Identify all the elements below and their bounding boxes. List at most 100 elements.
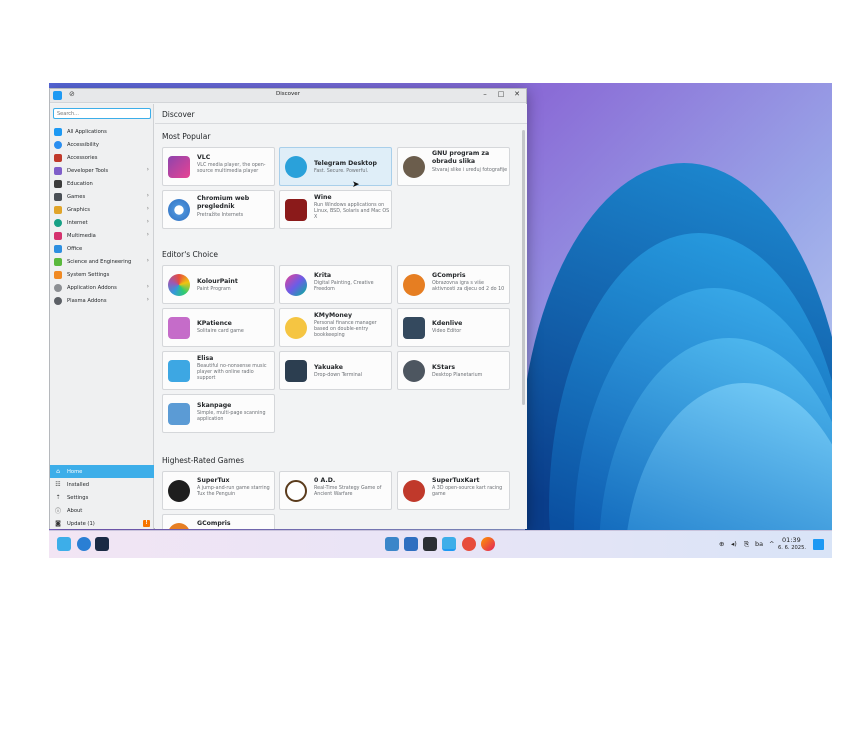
show-desktop-button[interactable] [813,539,824,550]
app-name: Wine [314,194,332,201]
close-button[interactable]: ✕ [512,90,522,98]
sidebar-item-all-applications[interactable]: All Applications [50,125,154,138]
app-card-supertuxkart[interactable]: SuperTuxKart A 3D open-source kart racin… [397,471,510,510]
chevron-right-icon: › [146,192,149,199]
app-card-gcompris[interactable]: GCompris Obrazovna igra s više aktivnost… [397,265,510,304]
info-icon: ⓘ [54,508,61,515]
nav-installed[interactable]: ☷ Installed [50,478,154,491]
scanner-icon [168,403,190,425]
file-manager-icon[interactable] [385,537,399,551]
sidebar-item-accessibility[interactable]: Accessibility [50,138,154,151]
nav-label: Settings [67,494,89,501]
sidebar-item-education[interactable]: Education [50,177,154,190]
app-card-krita[interactable]: Krita Digital Painting, Creative Freedom [279,265,392,304]
app-name: Chromium web preglednik [197,195,250,210]
nav-label: Update (1) [67,520,95,527]
app-description: A jump-and-run game starring Tux the Pen… [197,486,270,497]
sidebar-item-science[interactable]: Science and Engineering › [50,255,154,268]
tray-expand-icon[interactable]: ^ [769,540,774,548]
app-card-0ad[interactable]: 0 A.D. Real-Time Strategy Game of Ancien… [279,471,392,510]
sidebar-item-office[interactable]: Office [50,242,154,255]
maximize-button[interactable]: □ [496,90,506,98]
keyboard-layout[interactable]: ba [755,540,763,548]
sidebar-item-multimedia[interactable]: Multimedia › [50,229,154,242]
update-notifier-icon[interactable]: ⊕ [719,540,724,548]
mouse-cursor-icon: ➤ [352,180,360,190]
nav-home[interactable]: ⌂ Home [50,465,154,478]
gamepad-icon [54,192,62,201]
sidebar-item-internet[interactable]: Internet › [50,216,154,229]
multimedia-icon [54,231,62,240]
app-card-vlc[interactable]: VLC VLC media player, the open-source mu… [162,147,275,186]
app-name: Yakuake [314,364,343,371]
sidebar-item-games[interactable]: Games › [50,190,154,203]
update-badge: ! [143,520,150,527]
sidebar-item-plasma-addons[interactable]: Plasma Addons › [50,294,154,307]
app-card-kolourpaint[interactable]: KolourPaint Paint Program [162,265,275,304]
discover-active-icon[interactable] [442,537,456,551]
nav-update[interactable]: ◙ Update (1)! [50,517,154,530]
media-player-icon[interactable] [462,537,476,551]
sidebar-item-accessories[interactable]: Accessories [50,151,154,164]
sidebar-item-system-settings[interactable]: System Settings [50,268,154,281]
chevron-right-icon: › [146,257,149,264]
flask-icon [54,257,62,266]
tasks-icon[interactable] [404,537,418,551]
section-title-editors-choice: Editor's Choice [162,250,218,259]
terminal-icon [285,360,307,382]
app-launcher-icon[interactable] [57,537,71,551]
gcompris-icon [403,274,425,296]
sidebar-item-label: Accessories [67,154,98,161]
supertux-icon [168,480,190,502]
app-card-skanpage[interactable]: Skanpage Simple, multi-page scanning app… [162,394,275,433]
app-description: Pretražite Internets [197,213,244,218]
kpatience-icon [168,317,190,339]
scroll-area[interactable]: Most Popular VLC VLC media player, the o… [155,125,521,529]
clock-time[interactable]: 01:39 [782,536,801,544]
nav-settings[interactable]: ⇡ Settings [50,491,154,504]
app-name: Telegram Desktop [314,160,377,167]
app-card-gcompris-games[interactable]: GCompris [162,514,275,529]
discover-taskbar-icon[interactable] [95,537,109,551]
search-input[interactable] [53,108,151,119]
sidebar-item-label: Graphics [67,206,90,213]
settings-icon: ⇡ [55,494,61,501]
nav-label: Installed [67,481,90,488]
firefox-icon[interactable] [481,537,495,551]
app-name: Kdenlive [432,320,463,327]
sidebar-item-label: Office [67,245,83,252]
taskbar: ⊕ ◂) ⎘ ba ^ 01:39 6. 6. 2025. [49,530,832,558]
app-name: Skanpage [197,402,232,409]
clipboard-icon[interactable]: ⎘ [744,540,749,549]
app-card-gimp[interactable]: GNU program za obradu slika Stvaraj slik… [397,147,510,186]
app-card-kpatience[interactable]: KPatience Solitaire card game [162,308,275,347]
volume-icon[interactable]: ◂) [731,540,737,548]
sidebar-item-label: System Settings [67,271,110,278]
app-name: GNU program za obradu slika [432,150,490,165]
app-card-wine[interactable]: Wine Run Windows applications on Linux, … [279,190,392,229]
minimize-button[interactable]: – [480,90,490,98]
sidebar-item-developer-tools[interactable]: Developer Tools › [50,164,154,177]
app-card-kmymoney[interactable]: KMyMoney Personal finance manager based … [279,308,392,347]
sidebar: All Applications Accessibility Accessori… [50,104,154,529]
nav-about[interactable]: ⓘ About [50,504,154,517]
app-card-kdenlive[interactable]: Kdenlive Video Editor [397,308,510,347]
scrollbar[interactable] [522,130,525,405]
app-name: KolourPaint [197,278,238,285]
app-description: Video Editor [432,329,462,334]
app-card-yakuake[interactable]: Yakuake Drop-down Terminal [279,351,392,390]
workspace-icon[interactable] [77,537,91,551]
sidebar-item-label: Multimedia [67,232,96,239]
sidebar-item-graphics[interactable]: Graphics › [50,203,154,216]
clock-date[interactable]: 6. 6. 2025. [778,545,806,551]
sidebar-item-application-addons[interactable]: Application Addons › [50,281,154,294]
app-card-chromium[interactable]: Chromium web preglednik Pretražite Inter… [162,190,275,229]
app-card-kstars[interactable]: KStars Desktop Planetarium [397,351,510,390]
wine-icon [285,199,307,221]
terminal-taskbar-icon[interactable] [423,537,437,551]
app-card-telegram[interactable]: Telegram Desktop Fast. Secure. Powerful. [279,147,392,186]
app-card-supertux[interactable]: SuperTux A jump-and-run game starring Tu… [162,471,275,510]
titlebar[interactable]: ⊘ Discover – □ ✕ [50,89,526,103]
nav-label: About [67,507,83,514]
app-card-elisa[interactable]: Elisa Beautiful no-nonsense music player… [162,351,275,390]
